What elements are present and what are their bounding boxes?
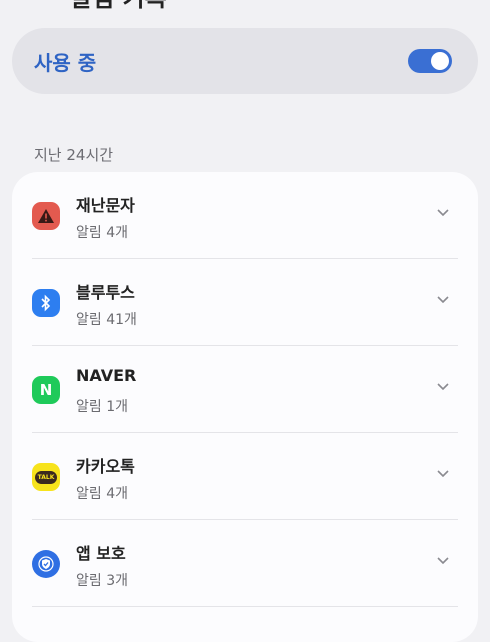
notification-count: 알림 1개 — [76, 399, 128, 415]
back-arrow-icon[interactable]: ← — [30, 0, 48, 5]
list-item-disaster[interactable]: 재난문자 알림 4개 — [12, 172, 478, 259]
chevron-down-icon[interactable] — [436, 380, 450, 394]
page-title: 알림 기록 — [70, 0, 167, 13]
warning-icon — [32, 202, 60, 230]
naver-logo-letter: N — [39, 381, 53, 399]
divider — [32, 606, 458, 607]
bluetooth-icon — [32, 289, 60, 317]
chevron-down-icon[interactable] — [436, 293, 450, 307]
kakaotalk-icon: TALK — [32, 463, 60, 491]
app-name: 카카오톡 — [76, 457, 135, 476]
list-item-bluetooth[interactable]: 블루투스 알림 41개 — [12, 259, 478, 346]
list-item-app-protection[interactable]: 앱 보호 알림 3개 — [12, 520, 478, 607]
naver-icon: N — [32, 376, 60, 404]
app-name: 재난문자 — [76, 196, 135, 215]
app-name: NAVER — [76, 366, 137, 385]
chevron-down-icon[interactable] — [436, 467, 450, 481]
usage-toggle-row[interactable]: 사용 중 — [12, 28, 478, 94]
chevron-down-icon[interactable] — [436, 554, 450, 568]
list-item-naver[interactable]: N NAVER 알림 1개 — [12, 346, 478, 433]
kakao-logo-text: TALK — [34, 470, 58, 484]
app-list: 재난문자 알림 4개 블루투스 알림 41개 N NAVER 알림 1개 TAL… — [12, 172, 478, 642]
notification-count: 알림 4개 — [76, 486, 128, 502]
toggle-label: 사용 중 — [34, 50, 97, 75]
app-name: 블루투스 — [76, 283, 135, 302]
chevron-down-icon[interactable] — [436, 206, 450, 220]
notification-count: 알림 4개 — [76, 225, 128, 241]
section-label: 지난 24시간 — [34, 146, 114, 164]
header: ← 알림 기록 — [0, 0, 490, 12]
toggle-knob — [431, 52, 449, 70]
notification-count: 알림 3개 — [76, 573, 128, 589]
shield-icon — [32, 550, 60, 578]
notification-count: 알림 41개 — [76, 312, 137, 328]
app-name: 앱 보호 — [76, 544, 126, 563]
toggle-switch[interactable] — [408, 49, 452, 73]
list-item-kakaotalk[interactable]: TALK 카카오톡 알림 4개 — [12, 433, 478, 520]
